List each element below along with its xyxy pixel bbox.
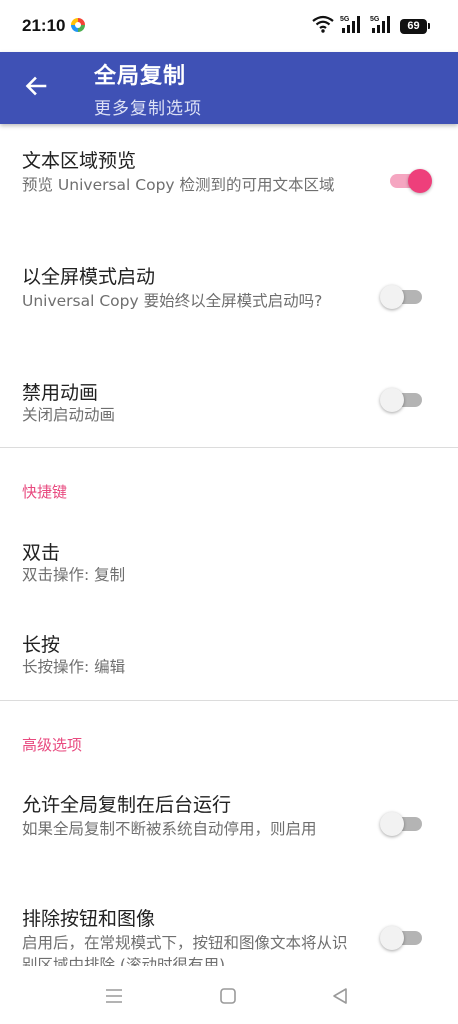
back-button[interactable] xyxy=(16,70,56,106)
pref-double-tap[interactable]: 双击 双击操作: 复制 xyxy=(0,518,458,610)
pref-title: 双击 xyxy=(22,542,61,564)
pref-title: 禁用动画 xyxy=(22,382,99,404)
status-indicators: 5G 5G 69 xyxy=(312,14,430,38)
text-area-preview-switch[interactable] xyxy=(388,166,432,196)
svg-text:5G: 5G xyxy=(340,16,350,23)
pref-summary: 长按操作: 编辑 xyxy=(22,658,126,676)
category-header-advanced: 高级选项 xyxy=(22,736,83,754)
fullscreen-start-switch[interactable] xyxy=(380,282,424,312)
settings-list: 文本区域预览 预览 Universal Copy 检测到的可用文本区域 以全屏模… xyxy=(0,124,458,966)
5g-signal-icon: 5G xyxy=(370,14,394,38)
arrow-back-icon xyxy=(24,74,48,102)
page-subtitle: 更多复制选项 xyxy=(94,99,202,119)
divider xyxy=(0,447,458,448)
pref-title: 排除按钮和图像 xyxy=(22,908,156,930)
exclude-buttons-images-switch[interactable] xyxy=(380,923,424,953)
pref-title: 文本区域预览 xyxy=(22,150,137,172)
pref-summary: 启用后，在常规模式下，按钮和图像文本将从识别区域中排除 (滚动时很有用) xyxy=(22,934,348,966)
run-in-background-switch[interactable] xyxy=(380,809,424,839)
menu-icon[interactable] xyxy=(102,984,126,1008)
home-icon[interactable] xyxy=(216,984,240,1008)
pref-title: 以全屏模式启动 xyxy=(22,266,156,288)
svg-text:5G: 5G xyxy=(370,16,380,23)
pref-text-area-preview[interactable]: 文本区域预览 预览 Universal Copy 检测到的可用文本区域 xyxy=(0,124,458,242)
pref-exclude-buttons-images[interactable]: 排除按钮和图像 启用后，在常规模式下，按钮和图像文本将从识别区域中排除 (滚动时… xyxy=(0,886,458,966)
pref-disable-animation[interactable]: 禁用动画 关闭启动动画 xyxy=(0,358,458,448)
pref-summary: Universal Copy 要始终以全屏模式启动吗? xyxy=(22,292,323,310)
wifi-icon xyxy=(312,15,334,37)
pref-title: 允许全局复制在后台运行 xyxy=(22,794,232,816)
pref-title: 长按 xyxy=(22,634,61,656)
category-header-shortcuts: 快捷键 xyxy=(22,483,68,501)
battery-icon: 69 xyxy=(400,18,430,34)
pref-summary: 如果全局复制不断被系统自动停用，则启用 xyxy=(22,820,317,838)
pref-long-press[interactable]: 长按 长按操作: 编辑 xyxy=(0,610,458,700)
5g-signal-icon: 5G xyxy=(340,14,364,38)
pref-run-in-background[interactable]: 允许全局复制在后台运行 如果全局复制不断被系统自动停用，则启用 xyxy=(0,772,458,886)
pref-summary: 双击操作: 复制 xyxy=(22,566,126,584)
status-bar: 21:10 5G 5G 69 xyxy=(0,0,458,52)
status-time: 21:10 xyxy=(22,16,66,35)
pref-summary: 预览 Universal Copy 检测到的可用文本区域 xyxy=(22,176,335,194)
page-title: 全局复制 xyxy=(94,64,187,89)
divider xyxy=(0,700,458,701)
app-bar: 全局复制 更多复制选项 xyxy=(0,52,458,124)
pref-summary: 关闭启动动画 xyxy=(22,406,116,424)
system-nav-bar xyxy=(0,966,458,1024)
app-notification-icon xyxy=(70,17,86,33)
pref-fullscreen-start[interactable]: 以全屏模式启动 Universal Copy 要始终以全屏模式启动吗? xyxy=(0,242,458,358)
battery-level: 69 xyxy=(400,18,427,34)
disable-animation-switch[interactable] xyxy=(380,385,424,415)
back-triangle-icon[interactable] xyxy=(328,984,352,1008)
